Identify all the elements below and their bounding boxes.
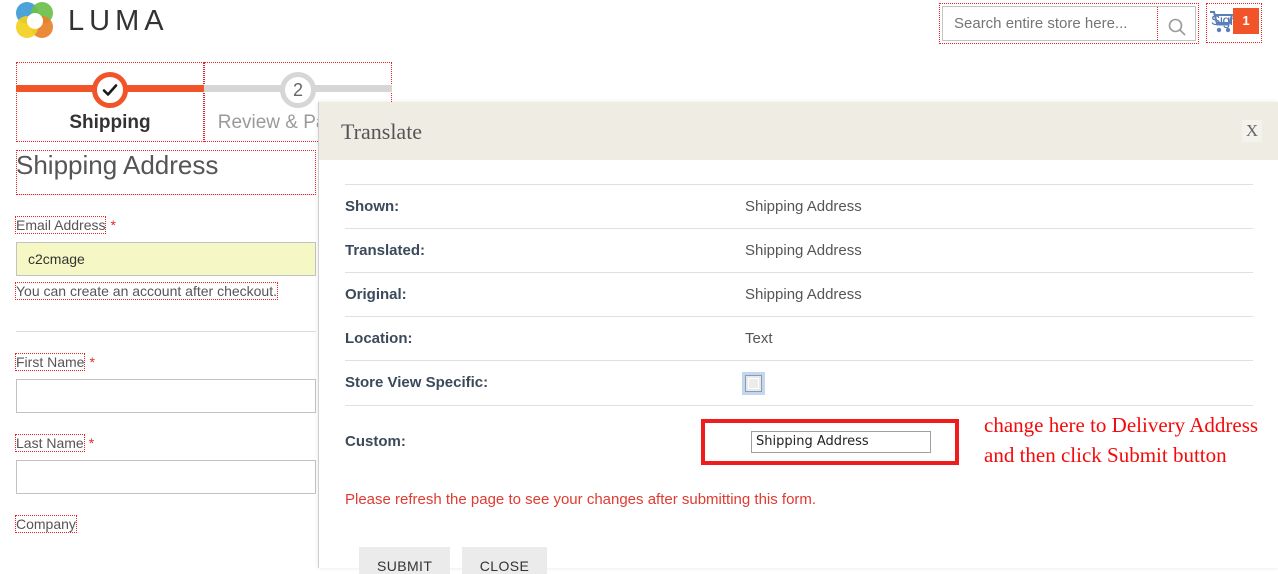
refresh-note: Please refresh the page to see your chan… xyxy=(345,490,817,508)
translate-modal: Translate X Shown: Shipping Address Tran… xyxy=(318,102,1278,574)
field-last-name: Last Name * xyxy=(15,434,316,494)
modal-header: Translate X xyxy=(319,102,1278,160)
field-label: Last Name xyxy=(15,434,85,452)
modal-footer: SUBMIT CLOSE xyxy=(345,521,1252,574)
first-name-field[interactable] xyxy=(16,379,316,413)
field-label: First Name xyxy=(14,353,86,371)
table-row: Translated: Shipping Address xyxy=(345,228,1253,273)
luma-rings-logo-icon xyxy=(16,2,54,40)
shipping-address-form: Shipping Address Email Address* You can … xyxy=(14,150,316,534)
search-icon[interactable] xyxy=(1157,7,1195,40)
minicart[interactable]: Sign In 1 xyxy=(1206,3,1262,43)
annotation-callout: change here to Delivery Address and then… xyxy=(984,410,1276,470)
email-hint: You can create an account after checkout… xyxy=(15,282,278,300)
row-label: Original: xyxy=(345,286,407,303)
table-row: Original: Shipping Address xyxy=(345,272,1253,317)
cart-count-badge: 1 xyxy=(1233,8,1259,34)
field-email-address: Email Address* You can create an account… xyxy=(14,216,316,301)
row-label: Custom: xyxy=(345,433,406,451)
annotation-line-1: change here to Delivery Address xyxy=(984,413,1259,437)
required-marker: * xyxy=(88,435,95,451)
page-root: LUMA Sign In 1 xyxy=(0,0,1278,574)
table-row-note: Please refresh the page to see your chan… xyxy=(345,478,1253,521)
search-box[interactable] xyxy=(939,3,1199,44)
row-label: Store View Specific: xyxy=(345,374,489,392)
email-field[interactable] xyxy=(16,242,316,276)
shopping-cart-icon[interactable] xyxy=(1209,10,1235,39)
progress-step-label: Shipping xyxy=(69,112,151,133)
required-marker: * xyxy=(89,354,95,370)
field-company: Company xyxy=(15,515,316,534)
custom-translation-input[interactable] xyxy=(751,430,931,453)
custom-field-highlight xyxy=(701,418,959,465)
progress-step-shipping[interactable]: Shipping xyxy=(16,62,204,142)
progress-step-number: 2 xyxy=(280,72,316,108)
field-label: Email Address xyxy=(14,216,107,234)
modal-title: Translate xyxy=(341,119,423,144)
search-input[interactable] xyxy=(943,7,1157,40)
check-icon xyxy=(92,72,128,108)
close-icon[interactable]: X xyxy=(1242,120,1262,142)
logo-text: LUMA xyxy=(68,4,169,37)
table-row-store-view-specific: Store View Specific: xyxy=(345,360,1253,406)
row-value: Shipping Address xyxy=(745,242,862,259)
table-row: Shown: Shipping Address xyxy=(345,184,1253,229)
last-name-field[interactable] xyxy=(16,460,316,494)
translate-table: Shown: Shipping Address Translated: Ship… xyxy=(345,184,1253,521)
field-first-name: First Name * xyxy=(14,353,316,413)
close-button[interactable]: CLOSE xyxy=(461,546,548,574)
row-value: Shipping Address xyxy=(745,286,862,303)
row-value: Text xyxy=(745,330,773,347)
required-marker: * xyxy=(110,217,116,233)
row-value: Shipping Address xyxy=(745,198,862,215)
store-view-specific-checkbox[interactable] xyxy=(745,374,762,392)
row-label: Location: xyxy=(345,330,413,347)
page-title: Shipping Address xyxy=(16,150,316,195)
field-label: Company xyxy=(15,515,77,533)
submit-button[interactable]: SUBMIT xyxy=(359,546,451,574)
site-header: LUMA Sign In 1 xyxy=(0,0,1278,48)
form-divider xyxy=(16,331,316,332)
row-label: Shown: xyxy=(345,198,400,215)
site-logo[interactable]: LUMA xyxy=(16,2,169,40)
annotation-line-2: and then click Submit button xyxy=(984,443,1227,467)
modal-body: Shown: Shipping Address Translated: Ship… xyxy=(319,160,1278,574)
table-row: Location: Text xyxy=(345,316,1253,361)
row-label: Translated: xyxy=(345,242,426,259)
